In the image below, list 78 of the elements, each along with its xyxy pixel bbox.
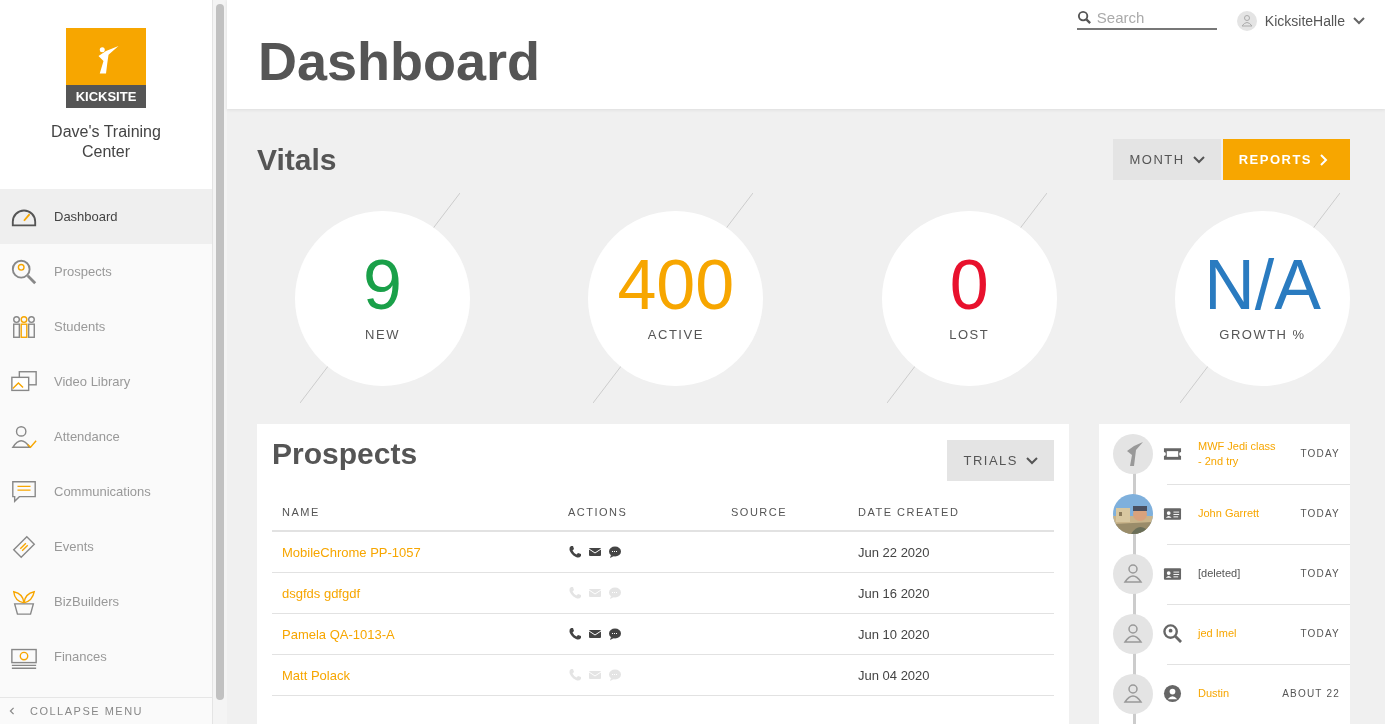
nav-item[interactable]: Video Library: [0, 354, 212, 409]
chat-bubble-icon: [608, 586, 622, 600]
filter-dropdown[interactable]: TRIALS: [947, 440, 1054, 481]
stat-value: N/A: [1204, 248, 1321, 321]
activity-link[interactable]: MWF Jedi class - 2nd try: [1198, 438, 1280, 469]
page-title: Dashboard: [258, 30, 541, 93]
contact-card-icon: [1162, 506, 1182, 521]
stat-label: ACTIVE: [647, 326, 704, 342]
prospect-link[interactable]: Matt Polack: [282, 667, 350, 683]
person-icon: [1162, 684, 1182, 703]
nav-item[interactable]: Communications: [0, 464, 212, 519]
activity-link[interactable]: John Garrett: [1198, 506, 1280, 521]
prospect-link[interactable]: MobileChrome PP-1057: [282, 544, 421, 560]
nav-item[interactable]: BizBuilders: [0, 574, 212, 629]
person-avatar-icon: [1113, 614, 1153, 654]
user-menu[interactable]: KicksiteHalle: [1236, 9, 1365, 31]
prospect-link[interactable]: dsgfds gdfgdf: [282, 585, 361, 601]
phone-icon: [568, 586, 582, 600]
scrollbar[interactable]: [212, 0, 227, 724]
reports-button[interactable]: REPORTS: [1222, 139, 1350, 180]
activity-text: [deleted]: [1198, 566, 1242, 581]
person-avatar-icon: [1113, 674, 1153, 714]
chat-bubble-icon[interactable]: [608, 545, 622, 559]
ticket-icon: [1162, 446, 1182, 461]
activity-link[interactable]: Dustin: [1198, 686, 1280, 701]
nav-item[interactable]: Attendance: [0, 409, 212, 464]
stat-label: LOST: [949, 326, 990, 342]
stat-label: GROWTH %: [1219, 326, 1306, 342]
chat-bubble-icon: [608, 668, 622, 682]
activity-time: TODAY: [1299, 508, 1341, 519]
activity-time: TODAY: [1299, 628, 1341, 639]
table-cell: Jun 04 2020: [848, 654, 1054, 696]
person-avatar-icon: [1113, 554, 1153, 594]
card-title: Prospects: [272, 437, 418, 471]
magnifier-person-icon: [10, 257, 38, 286]
activity-time: TODAY: [1299, 448, 1341, 459]
prospect-link[interactable]: Pamela QA-1013-A: [282, 626, 395, 642]
mail-icon: [588, 586, 602, 600]
column-header: DATE CREATED: [848, 506, 1054, 531]
caret-icon: [1026, 456, 1038, 465]
search-icon: [1076, 10, 1092, 25]
stat-label: NEW: [365, 326, 400, 342]
column-header: ACTIONS: [558, 506, 721, 531]
table-cell: Jun 22 2020: [848, 531, 1054, 573]
chevron-left-icon: [8, 706, 16, 716]
kicksite-logo: KICKSITE: [66, 28, 146, 108]
magnifier-person-icon: [1162, 624, 1182, 643]
table-cell: Jun 10 2020: [848, 613, 1054, 655]
mail-icon[interactable]: [588, 627, 602, 641]
nav-item[interactable]: Prospects: [0, 244, 212, 299]
chevron-right-icon: [1320, 153, 1328, 166]
nav-item[interactable]: Events: [0, 519, 212, 574]
column-header: NAME: [272, 506, 558, 531]
nav-item[interactable]: Dashboard: [0, 189, 212, 244]
nav-item[interactable]: Finances: [0, 629, 212, 684]
caret-icon: [1353, 17, 1365, 25]
activity-link[interactable]: jed Imel: [1198, 626, 1280, 641]
stat-value: 400: [617, 248, 735, 321]
stat-value: 9: [363, 248, 402, 321]
activity-time: ABOUT 22: [1281, 688, 1341, 699]
caret-icon: [1192, 155, 1205, 164]
phone-icon[interactable]: [568, 545, 582, 559]
avatar-icon: [1236, 11, 1257, 31]
column-header: SOURCE: [721, 506, 848, 531]
contact-card-icon: [1162, 566, 1182, 581]
nav-item[interactable]: Students: [0, 299, 212, 354]
phone-icon[interactable]: [568, 627, 582, 641]
stat-value: 0: [949, 248, 989, 321]
phone-icon: [568, 668, 582, 682]
activity-time: TODAY: [1299, 568, 1341, 579]
mail-icon: [588, 668, 602, 682]
period-dropdown[interactable]: MONTH: [1113, 139, 1221, 180]
chat-bubble-icon[interactable]: [608, 627, 622, 641]
mail-icon[interactable]: [588, 545, 602, 559]
school-name: Dave's Training Center: [50, 122, 162, 162]
kicker-avatar-icon: [1113, 434, 1153, 474]
section-title: Vitals: [257, 142, 337, 177]
table-cell: Jun 16 2020: [848, 572, 1054, 614]
